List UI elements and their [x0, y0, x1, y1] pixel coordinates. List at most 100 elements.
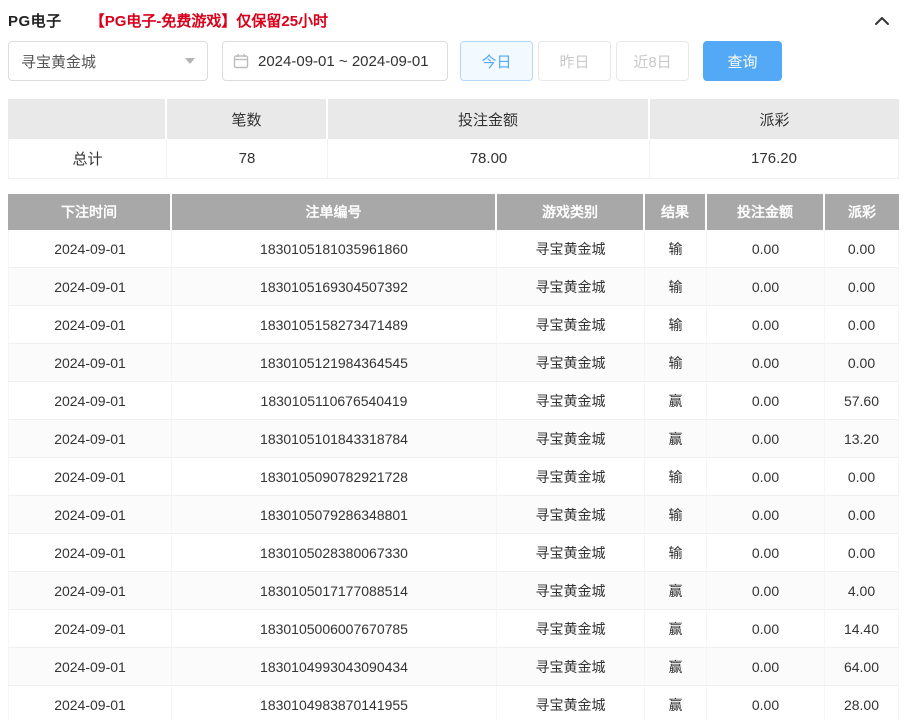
- order-id-cell: 1830105079286348801: [172, 496, 497, 534]
- game-type-cell: 寻宝黄金城: [497, 686, 645, 720]
- payout-cell: 0.00: [825, 306, 899, 344]
- table-row: 2024-09-011830105090782921728寻宝黄金城输0.000…: [8, 458, 899, 496]
- filter-bar: 寻宝黄金城 2024-09-01 ~ 2024-09-01 今日昨日近8日 查询: [8, 41, 899, 81]
- summary-total-count: 78: [167, 139, 328, 179]
- summary-col-payout: 派彩: [650, 99, 899, 139]
- table-row: 2024-09-011830105079286348801寻宝黄金城输0.000…: [8, 496, 899, 534]
- table-row: 2024-09-011830105158273471489寻宝黄金城输0.000…: [8, 306, 899, 344]
- panel-header: PG电子 【PG电子-免费游戏】仅保留25小时: [8, 0, 899, 30]
- order-id-cell: 1830105181035961860: [172, 230, 497, 268]
- table-row: 2024-09-011830105028380067330寻宝黄金城输0.000…: [8, 534, 899, 572]
- quick-filter-yesterday[interactable]: 昨日: [538, 41, 611, 81]
- summary-total-bet-amount: 78.00: [328, 139, 650, 179]
- game-type-cell: 寻宝黄金城: [497, 230, 645, 268]
- table-row: 2024-09-011830105017177088514寻宝黄金城赢0.004…: [8, 572, 899, 610]
- summary-col-empty: [8, 99, 167, 139]
- table-row: 2024-09-011830105181035961860寻宝黄金城输0.000…: [8, 230, 899, 268]
- col-header-payout: 派彩: [825, 194, 899, 230]
- payout-cell: 4.00: [825, 572, 899, 610]
- bet-time-cell: 2024-09-01: [8, 496, 172, 534]
- bet-amount-cell: 0.00: [707, 610, 825, 648]
- payout-cell: 13.20: [825, 420, 899, 458]
- bet-time-cell: 2024-09-01: [8, 382, 172, 420]
- summary-col-count: 笔数: [167, 99, 328, 139]
- pg-records-panel: PG电子 【PG电子-免费游戏】仅保留25小时 寻宝黄金城 2024-09-01…: [0, 0, 907, 720]
- game-type-cell: 寻宝黄金城: [497, 420, 645, 458]
- bet-time-cell: 2024-09-01: [8, 534, 172, 572]
- col-header-result: 结果: [645, 194, 707, 230]
- result-cell: 赢: [645, 610, 707, 648]
- chevron-up-icon[interactable]: [873, 14, 891, 28]
- result-cell: 输: [645, 496, 707, 534]
- col-header-order-id: 注单编号: [172, 194, 497, 230]
- game-select-value: 寻宝黄金城: [21, 51, 96, 72]
- bet-amount-cell: 0.00: [707, 230, 825, 268]
- result-cell: 输: [645, 306, 707, 344]
- result-cell: 输: [645, 230, 707, 268]
- bet-time-cell: 2024-09-01: [8, 306, 172, 344]
- bet-amount-cell: 0.00: [707, 534, 825, 572]
- quick-filter-today[interactable]: 今日: [460, 41, 533, 81]
- chevron-down-icon: [185, 58, 195, 64]
- payout-cell: 0.00: [825, 344, 899, 382]
- bet-amount-cell: 0.00: [707, 572, 825, 610]
- bet-amount-cell: 0.00: [707, 458, 825, 496]
- bet-time-cell: 2024-09-01: [8, 268, 172, 306]
- payout-cell: 0.00: [825, 268, 899, 306]
- bet-time-cell: 2024-09-01: [8, 572, 172, 610]
- bet-amount-cell: 0.00: [707, 420, 825, 458]
- game-type-cell: 寻宝黄金城: [497, 534, 645, 572]
- order-id-cell: 1830105017177088514: [172, 572, 497, 610]
- result-cell: 赢: [645, 648, 707, 686]
- bet-time-cell: 2024-09-01: [8, 230, 172, 268]
- game-type-cell: 寻宝黄金城: [497, 648, 645, 686]
- result-cell: 输: [645, 268, 707, 306]
- game-type-cell: 寻宝黄金城: [497, 610, 645, 648]
- game-type-cell: 寻宝黄金城: [497, 382, 645, 420]
- game-type-cell: 寻宝黄金城: [497, 344, 645, 382]
- order-id-cell: 1830105169304507392: [172, 268, 497, 306]
- table-row: 2024-09-011830105121984364545寻宝黄金城输0.000…: [8, 344, 899, 382]
- payout-cell: 28.00: [825, 686, 899, 720]
- col-header-game-type: 游戏类别: [497, 194, 645, 230]
- result-cell: 输: [645, 534, 707, 572]
- bet-amount-cell: 0.00: [707, 268, 825, 306]
- payout-cell: 0.00: [825, 534, 899, 572]
- bet-time-cell: 2024-09-01: [8, 458, 172, 496]
- bet-time-cell: 2024-09-01: [8, 648, 172, 686]
- date-range-value: 2024-09-01 ~ 2024-09-01: [258, 53, 429, 70]
- date-range-input[interactable]: 2024-09-01 ~ 2024-09-01: [222, 41, 448, 81]
- records-header-row: 下注时间 注单编号 游戏类别 结果 投注金额 派彩: [8, 194, 899, 230]
- game-type-cell: 寻宝黄金城: [497, 572, 645, 610]
- bet-amount-cell: 0.00: [707, 496, 825, 534]
- order-id-cell: 1830105101843318784: [172, 420, 497, 458]
- table-row: 2024-09-011830105006007670785寻宝黄金城赢0.001…: [8, 610, 899, 648]
- page-title: PG电子: [8, 10, 62, 31]
- bet-amount-cell: 0.00: [707, 686, 825, 720]
- game-type-cell: 寻宝黄金城: [497, 268, 645, 306]
- summary-header-row: 笔数 投注金额 派彩: [8, 99, 899, 139]
- result-cell: 赢: [645, 686, 707, 720]
- bet-amount-cell: 0.00: [707, 306, 825, 344]
- payout-cell: 0.00: [825, 458, 899, 496]
- quick-filter-last-8-days[interactable]: 近8日: [616, 41, 689, 81]
- table-row: 2024-09-011830104993043090434寻宝黄金城赢0.006…: [8, 648, 899, 686]
- order-id-cell: 1830105028380067330: [172, 534, 497, 572]
- quick-filter-group: 今日昨日近8日: [460, 41, 689, 81]
- game-type-cell: 寻宝黄金城: [497, 306, 645, 344]
- order-id-cell: 1830105090782921728: [172, 458, 497, 496]
- order-id-cell: 1830104993043090434: [172, 648, 497, 686]
- col-header-bet-time: 下注时间: [8, 194, 172, 230]
- order-id-cell: 1830104983870141955: [172, 686, 497, 720]
- order-id-cell: 1830105158273471489: [172, 306, 497, 344]
- bet-time-cell: 2024-09-01: [8, 420, 172, 458]
- order-id-cell: 1830105110676540419: [172, 382, 497, 420]
- order-id-cell: 1830105006007670785: [172, 610, 497, 648]
- bet-amount-cell: 0.00: [707, 382, 825, 420]
- game-select[interactable]: 寻宝黄金城: [8, 41, 208, 81]
- game-type-cell: 寻宝黄金城: [497, 458, 645, 496]
- search-button[interactable]: 查询: [703, 41, 782, 81]
- table-row: 2024-09-011830105110676540419寻宝黄金城赢0.005…: [8, 382, 899, 420]
- table-row: 2024-09-011830104983870141955寻宝黄金城赢0.002…: [8, 686, 899, 720]
- payout-cell: 64.00: [825, 648, 899, 686]
